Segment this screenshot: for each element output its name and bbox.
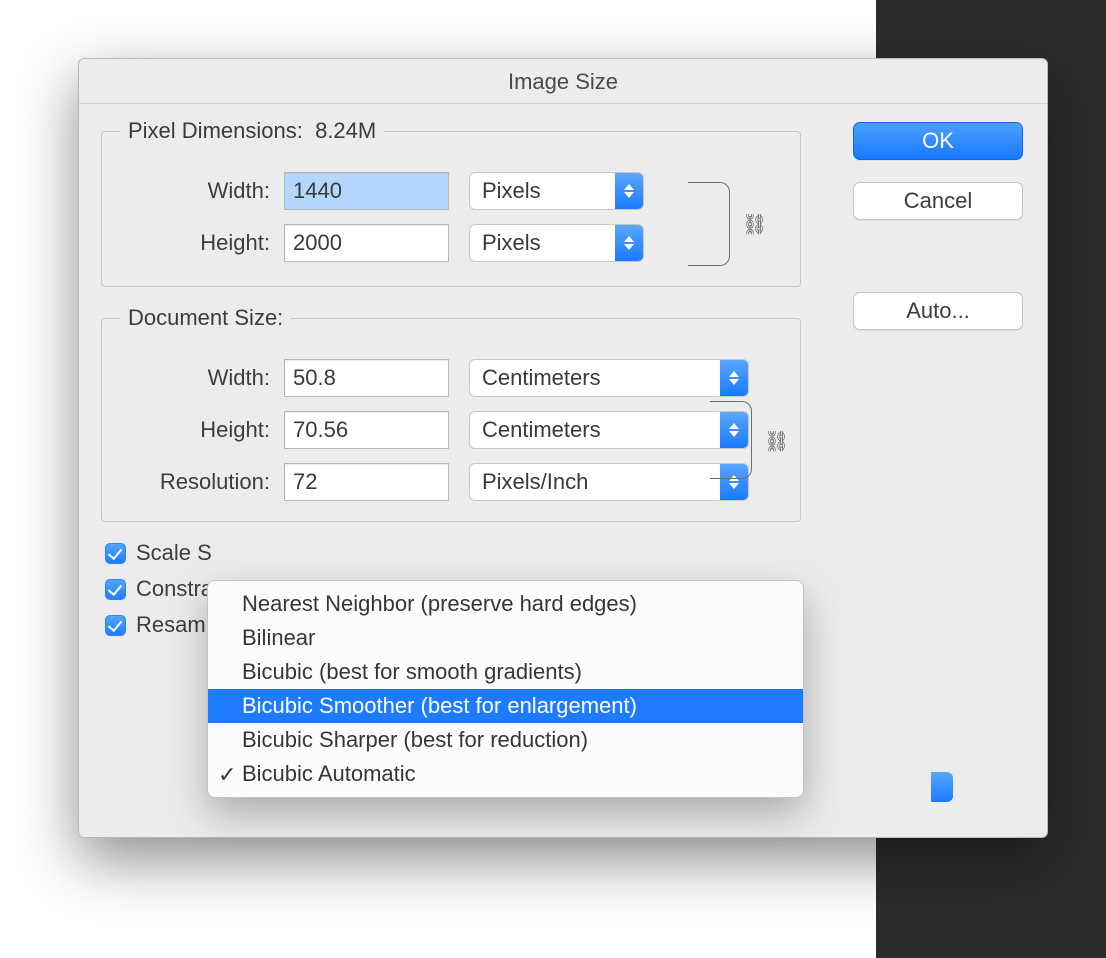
- ds-width-unit-select[interactable]: Centimeters: [469, 359, 749, 397]
- check-icon: ✓: [218, 762, 236, 788]
- resample-option-label: Bicubic Smoother (best for enlargement): [242, 693, 637, 719]
- stepper-icon: [615, 173, 643, 209]
- resample-option[interactable]: Bicubic Smoother (best for enlargement): [208, 689, 803, 723]
- dialog-fields: Pixel Dimensions: 8.24M Width: Pixels He…: [101, 118, 801, 638]
- resample-option[interactable]: Bicubic Sharper (best for reduction): [208, 723, 803, 757]
- pd-width-row: Width: Pixels: [120, 172, 782, 210]
- checkbox-checked-icon: [105, 615, 126, 636]
- resample-select-cap[interactable]: [931, 772, 953, 802]
- resample-option[interactable]: Bilinear: [208, 621, 803, 655]
- pd-height-unit-select[interactable]: Pixels: [469, 224, 644, 262]
- ds-width-row: Width: Centimeters: [120, 359, 782, 397]
- resample-option-label: Bicubic Sharper (best for reduction): [242, 727, 588, 753]
- resample-option-label: Bilinear: [242, 625, 315, 651]
- ds-width-label: Width:: [120, 365, 270, 391]
- pd-legend-prefix: Pixel Dimensions:: [128, 118, 303, 143]
- link-icon[interactable]: ⛓: [764, 431, 786, 453]
- resample-option[interactable]: Nearest Neighbor (preserve hard edges): [208, 587, 803, 621]
- resolution-input[interactable]: [284, 463, 449, 501]
- ds-height-row: Height: Centimeters: [120, 411, 782, 449]
- pd-height-input[interactable]: [284, 224, 449, 262]
- pd-width-unit-select[interactable]: Pixels: [469, 172, 644, 210]
- pd-link-bracket: [688, 182, 730, 266]
- scale-styles-label: Scale S: [136, 540, 212, 566]
- ds-link-bracket: [710, 401, 752, 479]
- resample-label: Resam: [136, 612, 206, 638]
- document-size-group: Document Size: Width: Centimeters Height…: [101, 305, 801, 522]
- ds-width-input[interactable]: [284, 359, 449, 397]
- auto-button[interactable]: Auto...: [853, 292, 1023, 330]
- pd-width-input[interactable]: [284, 172, 449, 210]
- pd-width-label: Width:: [120, 178, 270, 204]
- stepper-icon: [615, 225, 643, 261]
- ds-height-unit-select[interactable]: Centimeters: [469, 411, 749, 449]
- pd-height-row: Height: Pixels: [120, 224, 782, 262]
- dialog-buttons: OK Cancel Auto...: [853, 122, 1023, 330]
- resample-method-menu: Nearest Neighbor (preserve hard edges) Bi…: [207, 580, 804, 798]
- resample-option-label: Bicubic Automatic: [242, 761, 416, 787]
- ds-height-unit-value: Centimeters: [482, 417, 601, 443]
- ds-height-input[interactable]: [284, 411, 449, 449]
- resample-option[interactable]: Bicubic (best for smooth gradients): [208, 655, 803, 689]
- pixel-dimensions-legend: Pixel Dimensions: 8.24M: [120, 118, 384, 144]
- stepper-icon: [720, 360, 748, 396]
- dialog-title: Image Size: [79, 59, 1047, 104]
- pd-height-label: Height:: [120, 230, 270, 256]
- cancel-button[interactable]: Cancel: [853, 182, 1023, 220]
- pixel-dimensions-group: Pixel Dimensions: 8.24M Width: Pixels He…: [101, 118, 801, 287]
- resample-option-label: Nearest Neighbor (preserve hard edges): [242, 591, 637, 617]
- scale-styles-checkbox-row[interactable]: Scale S: [105, 540, 801, 566]
- resample-option-label: Bicubic (best for smooth gradients): [242, 659, 582, 685]
- resolution-unit-select[interactable]: Pixels/Inch: [469, 463, 749, 501]
- ds-resolution-label: Resolution:: [120, 469, 270, 495]
- ok-button[interactable]: OK: [853, 122, 1023, 160]
- resample-option[interactable]: ✓Bicubic Automatic: [208, 757, 803, 791]
- ds-resolution-row: Resolution: Pixels/Inch: [120, 463, 782, 501]
- pd-size-readout: 8.24M: [315, 118, 376, 143]
- ds-width-unit-value: Centimeters: [482, 365, 601, 391]
- checkbox-checked-icon: [105, 579, 126, 600]
- link-icon[interactable]: ⛓: [742, 214, 764, 236]
- checkbox-checked-icon: [105, 543, 126, 564]
- ds-legend: Document Size:: [120, 305, 291, 331]
- pd-width-unit-value: Pixels: [482, 178, 541, 204]
- resolution-unit-value: Pixels/Inch: [482, 469, 588, 495]
- pd-height-unit-value: Pixels: [482, 230, 541, 256]
- constrain-label: Constra: [136, 576, 213, 602]
- ds-height-label: Height:: [120, 417, 270, 443]
